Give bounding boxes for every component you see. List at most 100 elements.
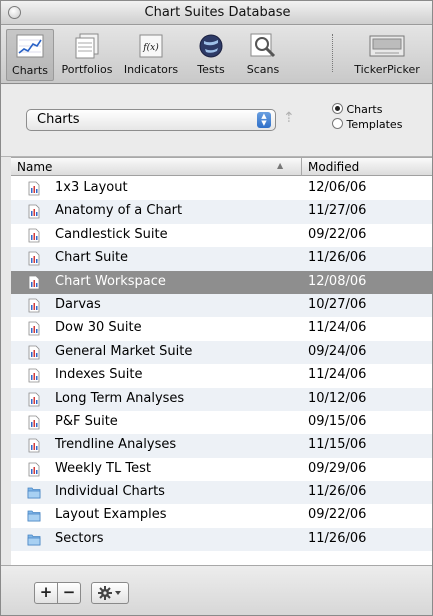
row-modified: 11/24/06 bbox=[308, 320, 367, 336]
collection-popup[interactable]: Charts ▲ ▼ bbox=[26, 109, 276, 131]
table-row[interactable]: P&F Suite 09/15/06 bbox=[11, 411, 432, 434]
popup-value: Charts bbox=[37, 112, 80, 127]
function-glyph: f(x) bbox=[142, 42, 159, 53]
row-name: Individual Charts bbox=[55, 484, 165, 500]
table-row[interactable]: Dow 30 Suite 11/24/06 bbox=[11, 317, 432, 340]
column-header-modified[interactable]: Modified bbox=[308, 160, 359, 174]
row-modified: 09/22/06 bbox=[308, 226, 367, 242]
folder-icon bbox=[27, 487, 41, 499]
row-name: Weekly TL Test bbox=[55, 460, 151, 476]
row-modified: 11/24/06 bbox=[308, 367, 367, 383]
chart-document-icon bbox=[28, 204, 40, 219]
up-arrow-icon[interactable]: ⇡ bbox=[283, 110, 295, 126]
suites-table: Name ▲ Modified 1x3 Layout 12/06/06 Anatom… bbox=[11, 157, 432, 565]
table-row[interactable]: Long Term Analyses 10/12/06 bbox=[11, 387, 432, 411]
row-modified: 12/06/06 bbox=[308, 180, 367, 195]
table-row[interactable]: Chart Workspace 12/08/06 bbox=[11, 270, 432, 294]
table-row[interactable]: Anatomy of a Chart 11/27/06 bbox=[11, 200, 432, 224]
magnifier-icon bbox=[250, 33, 276, 58]
toolbar-scans-button[interactable]: Scans bbox=[238, 29, 288, 81]
toolbar-tests-button[interactable]: Tests bbox=[186, 29, 236, 81]
remove-button[interactable]: − bbox=[57, 582, 81, 604]
row-modified: 11/26/06 bbox=[308, 530, 367, 546]
row-modified: 11/27/06 bbox=[308, 203, 367, 219]
row-name: Anatomy of a Chart bbox=[55, 203, 183, 219]
function-icon: f(x) bbox=[139, 34, 163, 58]
toolbar-label: Indicators bbox=[123, 63, 179, 76]
row-name: Trendline Analyses bbox=[55, 437, 177, 453]
table-row[interactable]: Layout Examples 09/22/06 bbox=[11, 504, 432, 527]
chart-document-icon bbox=[28, 298, 40, 313]
chart-document-icon bbox=[28, 345, 40, 360]
chart-document-icon bbox=[28, 368, 40, 383]
table-row[interactable]: Darvas 10/27/06 bbox=[11, 293, 432, 318]
gear-icon bbox=[98, 586, 121, 600]
table-header: Name ▲ Modified bbox=[11, 158, 432, 176]
toolbar-label: Scans bbox=[246, 63, 280, 76]
column-header-name[interactable]: Name bbox=[17, 160, 52, 174]
toolbar-tickerpicker-button[interactable]: TickerPicker bbox=[346, 29, 428, 81]
table-row[interactable]: General Market Suite 09/24/06 bbox=[11, 340, 432, 365]
add-button[interactable]: + bbox=[34, 582, 58, 604]
row-name: Darvas bbox=[55, 296, 101, 312]
table-row[interactable]: Sectors 11/26/06 bbox=[11, 527, 432, 552]
row-modified: 10/27/06 bbox=[308, 296, 367, 312]
bottom-bar: + − bbox=[1, 565, 432, 615]
toolbar-separator bbox=[332, 34, 333, 72]
toolbar-charts-button[interactable]: Charts bbox=[6, 29, 54, 81]
toolbar-label: TickerPicker bbox=[354, 63, 420, 76]
row-name: Chart Workspace bbox=[55, 273, 166, 289]
radio-charts[interactable]: Charts bbox=[332, 103, 382, 116]
row-modified: 11/26/06 bbox=[308, 484, 367, 500]
row-name: 1x3 Layout bbox=[55, 180, 128, 195]
toolbar-label: Portfolios bbox=[61, 63, 113, 76]
toolbar-portfolios-button[interactable]: Portfolios bbox=[56, 29, 118, 81]
table-row[interactable]: Trendline Analyses 11/15/06 bbox=[11, 434, 432, 458]
row-modified: 12/08/06 bbox=[308, 273, 367, 289]
chart-document-icon bbox=[28, 228, 40, 243]
selector-area: Charts ▲ ▼ ⇡ Charts Templates bbox=[1, 85, 432, 157]
row-name: Sectors bbox=[55, 530, 104, 546]
action-menu-button[interactable] bbox=[91, 582, 129, 604]
radio-button[interactable] bbox=[332, 118, 343, 129]
table-body: 1x3 Layout 12/06/06 Anatomy of a Chart 11/2… bbox=[11, 177, 432, 552]
table-row[interactable]: Candlestick Suite 09/22/06 bbox=[11, 224, 432, 247]
toolbar-label: Tests bbox=[197, 63, 225, 76]
toolbar-label: Charts bbox=[12, 64, 48, 77]
ticker-picker-icon bbox=[369, 35, 405, 57]
chart-document-icon bbox=[28, 181, 40, 196]
chart-document-icon bbox=[28, 392, 40, 406]
chart-suites-window: Chart Suites Database Charts Portfolios bbox=[0, 0, 433, 616]
table-row[interactable]: Chart Suite 11/26/06 bbox=[11, 247, 432, 271]
chart-document-icon bbox=[28, 462, 40, 477]
table-row[interactable]: Weekly TL Test 09/29/06 bbox=[11, 458, 432, 481]
row-name: Dow 30 Suite bbox=[55, 320, 142, 336]
radio-label: Charts bbox=[346, 103, 383, 116]
chart-icon bbox=[16, 34, 44, 58]
portfolio-icon bbox=[75, 33, 99, 59]
radio-label: Templates bbox=[346, 118, 403, 131]
table-row[interactable]: Indexes Suite 11/24/06 bbox=[11, 364, 432, 387]
row-modified: 11/15/06 bbox=[308, 437, 367, 453]
toolbar-indicators-button[interactable]: f(x) Indicators bbox=[120, 29, 182, 81]
row-name: P&F Suite bbox=[55, 413, 118, 429]
row-name: Layout Examples bbox=[55, 507, 167, 523]
row-modified: 10/12/06 bbox=[308, 390, 367, 406]
title-bar[interactable]: Chart Suites Database bbox=[1, 1, 432, 25]
table-row[interactable]: 1x3 Layout 12/06/06 bbox=[11, 177, 432, 200]
table-row[interactable]: Individual Charts 11/26/06 bbox=[11, 481, 432, 505]
radio-templates[interactable]: Templates bbox=[332, 118, 402, 131]
row-modified: 09/29/06 bbox=[308, 460, 367, 476]
globe-icon bbox=[199, 34, 223, 58]
popup-arrows-icon: ▲ ▼ bbox=[257, 112, 271, 128]
folder-icon bbox=[27, 534, 41, 546]
toolbar: Charts Portfolios f(x) Indicators Tests … bbox=[1, 26, 432, 84]
radio-button-selected[interactable] bbox=[332, 103, 343, 114]
column-divider[interactable] bbox=[301, 158, 302, 176]
row-name: Indexes Suite bbox=[55, 367, 143, 383]
chart-document-icon bbox=[28, 275, 40, 289]
folder-icon bbox=[27, 511, 41, 522]
row-name: Candlestick Suite bbox=[55, 226, 168, 242]
chart-document-icon bbox=[28, 415, 40, 430]
sort-ascending-icon: ▲ bbox=[277, 161, 284, 170]
